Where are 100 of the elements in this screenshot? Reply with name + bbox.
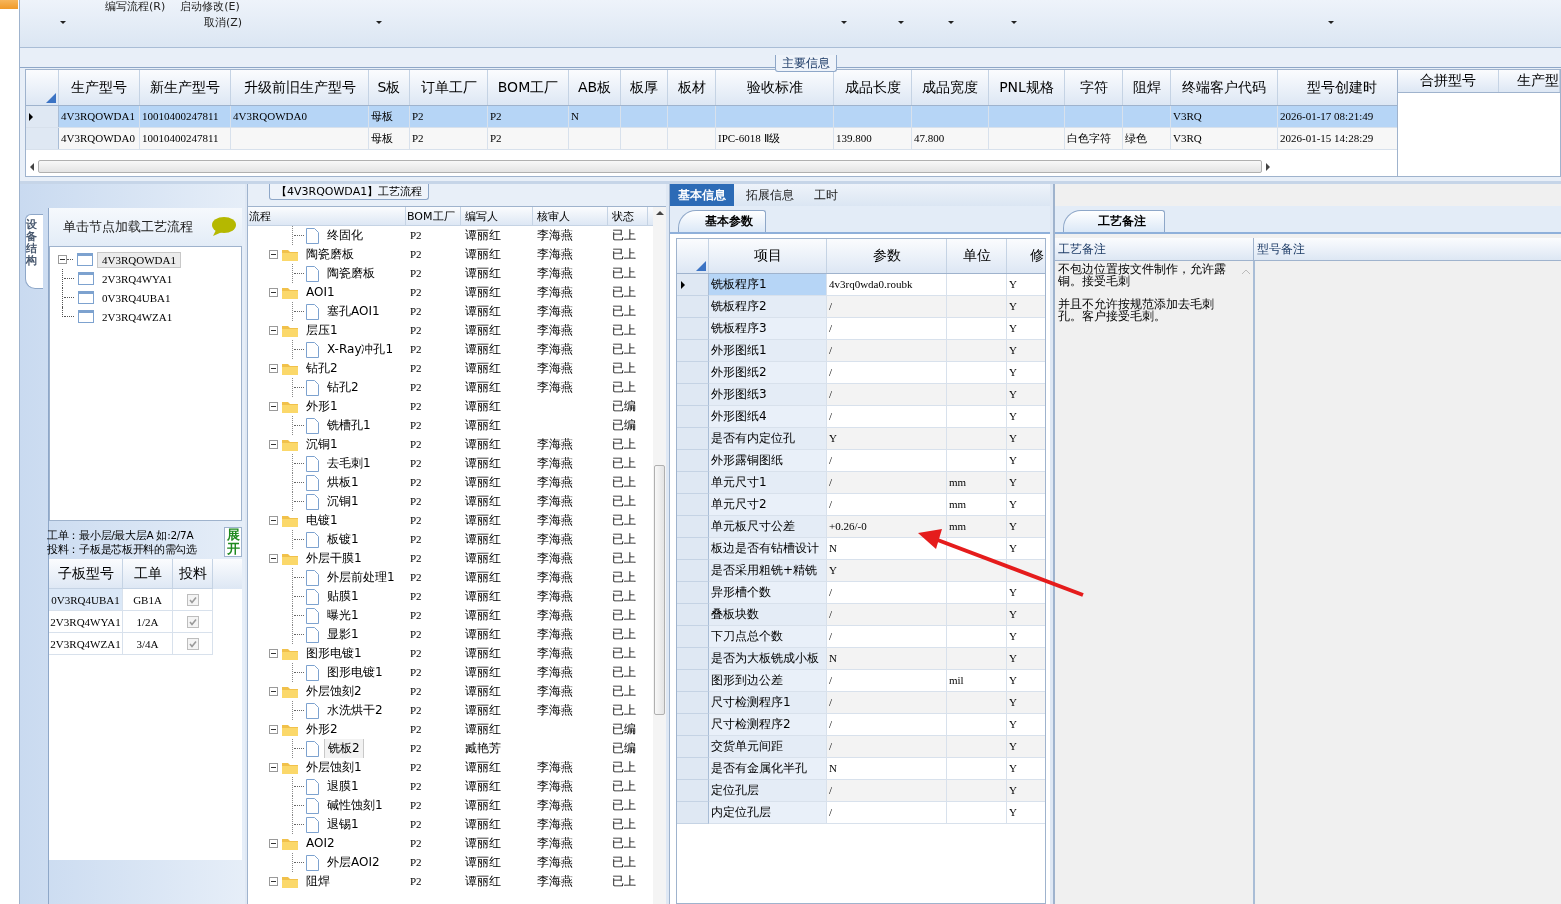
table-cell[interactable]: 图形到边公差 xyxy=(709,670,827,692)
table-cell[interactable]: 单元尺寸1 xyxy=(709,472,827,494)
table-cell[interactable]: 铣板程序3 xyxy=(709,318,827,340)
column-header[interactable]: 单位 xyxy=(947,239,1007,273)
tree-node[interactable]: 沉铜1 xyxy=(303,435,341,454)
tab[interactable]: 基本参数 xyxy=(678,210,766,232)
tree-node[interactable]: 陶瓷磨板 xyxy=(303,245,357,264)
tree-node[interactable]: 贴膜1 xyxy=(324,587,362,606)
column-header[interactable]: 状态 xyxy=(608,207,648,225)
column-header[interactable]: 阻焊 xyxy=(1123,70,1171,105)
ribbon-command[interactable]: 启动修改(E) xyxy=(180,0,240,13)
tree-node[interactable]: 外形1 xyxy=(303,397,341,416)
tree-node[interactable]: 钻孔2 xyxy=(324,378,362,397)
table-cell[interactable]: 外形图纸3 xyxy=(709,384,827,406)
side-tab[interactable]: 设备结构 xyxy=(25,214,43,289)
tree-node[interactable]: 外层蚀刻2 xyxy=(303,682,365,701)
table-cell[interactable]: 内定位孔层 xyxy=(709,802,827,824)
tree-node[interactable]: X-Ray冲孔1 xyxy=(324,340,397,359)
table-cell[interactable]: 异形槽个数 xyxy=(709,582,827,604)
table-row[interactable]: 4V3RQOWDA1 10010400247811 4V3RQOWDA0 母板 P2 P2 N V3RQ 2026-01-17 08:21:49 xyxy=(26,106,1397,128)
table-cell[interactable]: 外形图纸4 xyxy=(709,406,827,428)
tree-node[interactable]: 阻焊 xyxy=(303,872,333,891)
tree-node[interactable]: 图形电镀1 xyxy=(324,663,386,682)
table-cell[interactable]: 0V3RQ4UBA1 xyxy=(49,589,123,611)
column-header[interactable]: 成品宽度 xyxy=(912,70,989,105)
table-cell[interactable]: 是否有金属化半孔 xyxy=(709,758,827,780)
tree-node[interactable]: 层压1 xyxy=(303,321,341,340)
column-header[interactable]: 字符 xyxy=(1065,70,1123,105)
tree-node[interactable]: 退膜1 xyxy=(324,777,362,796)
tree-node[interactable]: 2V3RQ4WZA1 xyxy=(98,309,177,324)
column-header[interactable]: BOM工厂 xyxy=(406,207,461,225)
table-cell[interactable]: 板边是否有钻槽设计 xyxy=(709,538,827,560)
column-header[interactable]: 生产型号 xyxy=(59,70,140,105)
tab[interactable]: 工时 xyxy=(806,184,846,206)
column-header[interactable]: 验收标准 xyxy=(716,70,834,105)
tree-node[interactable]: 沉铜1 xyxy=(324,492,362,511)
column-header[interactable]: 编写人 xyxy=(461,207,533,225)
table-cell[interactable]: 外形图纸1 xyxy=(709,340,827,362)
column-header[interactable]: 参数 xyxy=(827,239,947,273)
table-cell[interactable]: 是否有内定位孔 xyxy=(709,428,827,450)
column-header[interactable]: 板厚 xyxy=(621,70,668,105)
table-cell[interactable]: 下刀点总个数 xyxy=(709,626,827,648)
table-cell[interactable]: 交货单元间距 xyxy=(709,736,827,758)
column-header[interactable]: 板材 xyxy=(668,70,716,105)
tree-node[interactable]: 烘板1 xyxy=(324,473,362,492)
table-cell[interactable]: 定位孔层 xyxy=(709,780,827,802)
tree-node[interactable]: 曝光1 xyxy=(324,606,362,625)
tree-node[interactable]: 退锡1 xyxy=(324,815,362,834)
tree-node[interactable]: 终固化 xyxy=(324,226,366,245)
column-header[interactable]: 终端客户代码 xyxy=(1171,70,1278,105)
tree-node[interactable]: 0V3RQ4UBA1 xyxy=(98,290,175,305)
tree-node[interactable]: 碱性蚀刻1 xyxy=(324,796,386,815)
column-header[interactable]: 生产型 xyxy=(1499,70,1560,92)
tree-node[interactable]: 外层蚀刻1 xyxy=(303,758,365,777)
column-header[interactable]: 升级前旧生产型号 xyxy=(231,70,369,105)
tree-node[interactable]: 塞孔AOI1 xyxy=(324,302,383,321)
column-header[interactable]: 成品长度 xyxy=(834,70,912,105)
table-cell[interactable]: 单元尺寸2 xyxy=(709,494,827,516)
ribbon-command[interactable]: 取消(Z) xyxy=(204,15,243,29)
tree-node[interactable]: 铣槽孔1 xyxy=(324,416,374,435)
column-header[interactable]: 合拼型号 xyxy=(1398,70,1499,92)
column-header[interactable]: S板 xyxy=(369,70,410,105)
column-header[interactable]: 项目 xyxy=(709,239,827,273)
tree-node[interactable]: 去毛刺1 xyxy=(324,454,374,473)
column-header[interactable]: 工艺备注 xyxy=(1055,238,1254,260)
column-header[interactable]: 核审人 xyxy=(533,207,608,225)
tree-node[interactable]: 钻孔2 xyxy=(303,359,341,378)
tree-node[interactable]: AOI2 xyxy=(303,834,338,853)
tree-node[interactable]: 2V3RQ4WYA1 xyxy=(98,271,177,286)
table-cell[interactable]: 铣板程序2 xyxy=(709,296,827,318)
tree-node[interactable]: 图形电镀1 xyxy=(303,644,365,663)
column-header[interactable]: 新生产型号 xyxy=(140,70,231,105)
table-cell[interactable]: 是否采用粗铣+精铣 xyxy=(709,560,827,582)
column-header[interactable]: 型号备注 xyxy=(1254,238,1561,260)
column-header[interactable]: 投料 xyxy=(173,559,213,589)
tab[interactable]: 拓展信息 xyxy=(738,184,802,206)
tree-node[interactable]: 陶瓷磨板 xyxy=(324,264,378,283)
tab[interactable]: 工艺备注 xyxy=(1063,210,1165,232)
tree-node[interactable]: 铣板2 xyxy=(324,739,364,758)
table-cell[interactable]: 尺寸检测程序1 xyxy=(709,692,827,714)
table-cell[interactable]: 叠板块数 xyxy=(709,604,827,626)
column-header[interactable]: 流程 xyxy=(248,207,406,225)
column-header[interactable]: PNL规格 xyxy=(989,70,1065,105)
tree-node[interactable]: 外层AOI2 xyxy=(324,853,383,872)
table-row[interactable]: 4V3RQOWDA0 10010400247811 母板 P2 P2 IPC-6018 Ⅱ级 139.800 47.800 白色字符 绿色 V3RQ 2026-01-15 14:28:29 xyxy=(26,128,1397,150)
column-header[interactable]: 订单工厂 xyxy=(410,70,488,105)
expand-button[interactable]: 展开 xyxy=(224,527,242,557)
table-cell[interactable]: 2V3RQ4WZA1 xyxy=(49,633,123,655)
column-header[interactable]: BOM工厂 xyxy=(488,70,569,105)
tree-node[interactable]: 外层干膜1 xyxy=(303,549,365,568)
tree-node[interactable]: 板镀1 xyxy=(324,530,362,549)
table-cell[interactable]: 外形露铜图纸 xyxy=(709,450,827,472)
tree-node[interactable]: 外形2 xyxy=(303,720,341,739)
table-cell[interactable]: 铣板程序1 xyxy=(709,274,827,296)
column-header[interactable]: AB板 xyxy=(569,70,621,105)
table-cell[interactable]: 是否为大板铣成小板 xyxy=(709,648,827,670)
tree-node[interactable]: 显影1 xyxy=(324,625,362,644)
tree-node[interactable]: 水洗烘干2 xyxy=(324,701,386,720)
tree-node[interactable]: 外层前处理1 xyxy=(324,568,398,587)
tree-node[interactable]: AOI1 xyxy=(303,283,338,302)
